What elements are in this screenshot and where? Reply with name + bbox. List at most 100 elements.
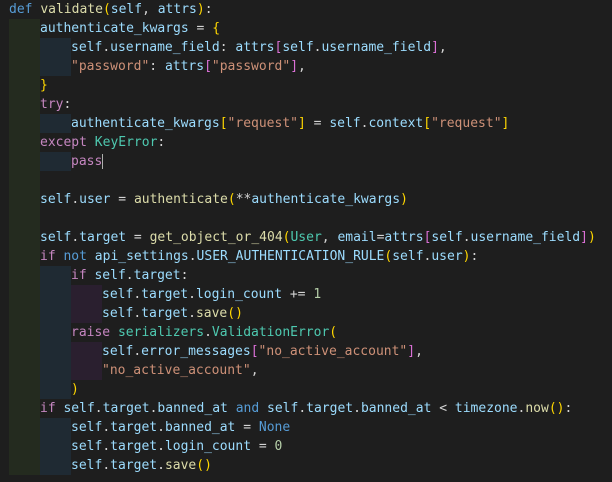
- code-token: "password": [71, 59, 150, 74]
- code-token: User: [290, 230, 322, 245]
- code-line[interactable]: self.target = get_object_or_404(User, em…: [0, 228, 612, 247]
- code-token: .: [188, 306, 196, 321]
- indent-guide: [40, 114, 71, 133]
- code-text: self.target = get_object_or_404(User, em…: [40, 228, 596, 247]
- code-line[interactable]: }: [0, 76, 612, 95]
- code-line[interactable]: except KeyError:: [0, 133, 612, 152]
- code-token: (): [227, 306, 243, 321]
- code-token: ,: [250, 363, 259, 378]
- indent-guide: [40, 456, 71, 475]
- code-line[interactable]: self.target.login_count = 0: [0, 437, 612, 456]
- code-token: target: [110, 439, 158, 454]
- indent-guide: [40, 152, 71, 171]
- code-token: :: [180, 268, 189, 283]
- code-token: login_count: [164, 439, 252, 454]
- indent-guide: [40, 342, 71, 361]
- code-text: self.target.banned_at = None: [71, 418, 290, 437]
- indent-guide: [9, 437, 40, 456]
- code-token: target: [110, 458, 158, 473]
- code-token: "request": [431, 116, 502, 131]
- indent-guide: [9, 304, 40, 323]
- code-line[interactable]: "no_active_account",: [0, 361, 612, 380]
- code-token: USER_AUTHENTICATION_RULE: [196, 249, 385, 264]
- code-token: ]: [580, 230, 588, 245]
- code-token: self: [71, 458, 103, 473]
- code-token: attrs: [157, 2, 197, 17]
- code-token: .: [94, 401, 103, 416]
- code-token: =: [110, 192, 134, 207]
- indent-guide: [9, 323, 40, 342]
- code-line[interactable]: if not api_settings.USER_AUTHENTICATION_…: [0, 247, 612, 266]
- code-text: "password": attrs["password"],: [71, 57, 306, 76]
- code-line[interactable]: self.target.save(): [0, 456, 612, 475]
- code-token: .: [71, 192, 80, 207]
- code-token: :: [219, 40, 236, 55]
- indent-guide: [9, 209, 40, 228]
- code-token: self: [40, 230, 72, 245]
- code-token: .: [102, 439, 111, 454]
- code-line[interactable]: if self.target.banned_at and self.target…: [0, 399, 612, 418]
- code-line[interactable]: self.error_messages["no_active_account"]…: [0, 342, 612, 361]
- code-token: ,: [415, 344, 423, 359]
- code-line[interactable]: [0, 209, 612, 228]
- code-token: }: [40, 78, 48, 93]
- indent-guide: [9, 171, 40, 190]
- code-token: (: [102, 2, 111, 17]
- code-token: .: [133, 344, 142, 359]
- code-line[interactable]: pass: [0, 152, 612, 171]
- code-token: {: [212, 21, 221, 36]
- code-line[interactable]: "password": attrs["password"],: [0, 57, 612, 76]
- code-line[interactable]: self.target.save(): [0, 304, 612, 323]
- code-line[interactable]: self.username_field: attrs[self.username…: [0, 38, 612, 57]
- indent-guide: [9, 266, 40, 285]
- code-token: ]: [290, 59, 299, 74]
- code-line[interactable]: self.target.banned_at = None: [0, 418, 612, 437]
- code-line[interactable]: self.target.login_count += 1: [0, 285, 612, 304]
- code-token: .: [125, 268, 134, 283]
- code-token: ): [71, 382, 79, 397]
- indent-guide: [9, 190, 40, 209]
- code-token: self: [392, 249, 424, 264]
- code-text: if self.target:: [71, 266, 188, 285]
- code-token: ): [587, 230, 596, 245]
- code-text: self.target.login_count = 0: [71, 437, 282, 456]
- code-line[interactable]: [0, 171, 612, 190]
- code-token: self: [63, 401, 95, 416]
- code-token: .: [102, 458, 111, 473]
- code-text: self.target.save(): [71, 456, 212, 475]
- text-cursor: [102, 154, 104, 169]
- code-line[interactable]: def validate(self, attrs):: [0, 0, 612, 19]
- code-text: except KeyError:: [40, 133, 165, 152]
- code-line[interactable]: try:: [0, 95, 612, 114]
- code-editor[interactable]: def validate(self, attrs): authenticate_k…: [0, 0, 612, 482]
- code-token: timezone: [454, 401, 518, 416]
- code-token: except: [40, 135, 95, 150]
- code-token: banned_at: [360, 401, 432, 416]
- code-token: [: [250, 344, 259, 359]
- code-token: .: [157, 439, 165, 454]
- code-token: ,: [298, 59, 306, 74]
- code-token: self: [102, 344, 134, 359]
- code-text: self.username_field: attrs[self.username…: [71, 38, 447, 57]
- indent-guide: [9, 399, 40, 418]
- code-token: "no_active_account": [102, 363, 251, 378]
- code-token: :: [157, 135, 166, 150]
- code-line[interactable]: authenticate_kwargs = {: [0, 19, 612, 38]
- code-token: and: [227, 401, 268, 416]
- code-token: user: [431, 249, 463, 264]
- code-line[interactable]: authenticate_kwargs["request"] = self.co…: [0, 114, 612, 133]
- code-token: target: [133, 268, 181, 283]
- code-token: self: [102, 287, 134, 302]
- code-token: .: [133, 306, 142, 321]
- code-line[interactable]: ): [0, 380, 612, 399]
- code-token: self: [431, 230, 463, 245]
- code-token: ]: [501, 116, 510, 131]
- code-text: ): [71, 380, 79, 399]
- code-line[interactable]: self.user = authenticate(**authenticate_…: [0, 190, 612, 209]
- code-line[interactable]: if self.target:: [0, 266, 612, 285]
- code-token: get_object_or_404: [149, 230, 283, 245]
- indent-guide: [40, 418, 71, 437]
- code-line[interactable]: raise serializers.ValidationError(: [0, 323, 612, 342]
- code-text: def validate(self, attrs):: [9, 0, 213, 19]
- code-token: <: [431, 401, 455, 416]
